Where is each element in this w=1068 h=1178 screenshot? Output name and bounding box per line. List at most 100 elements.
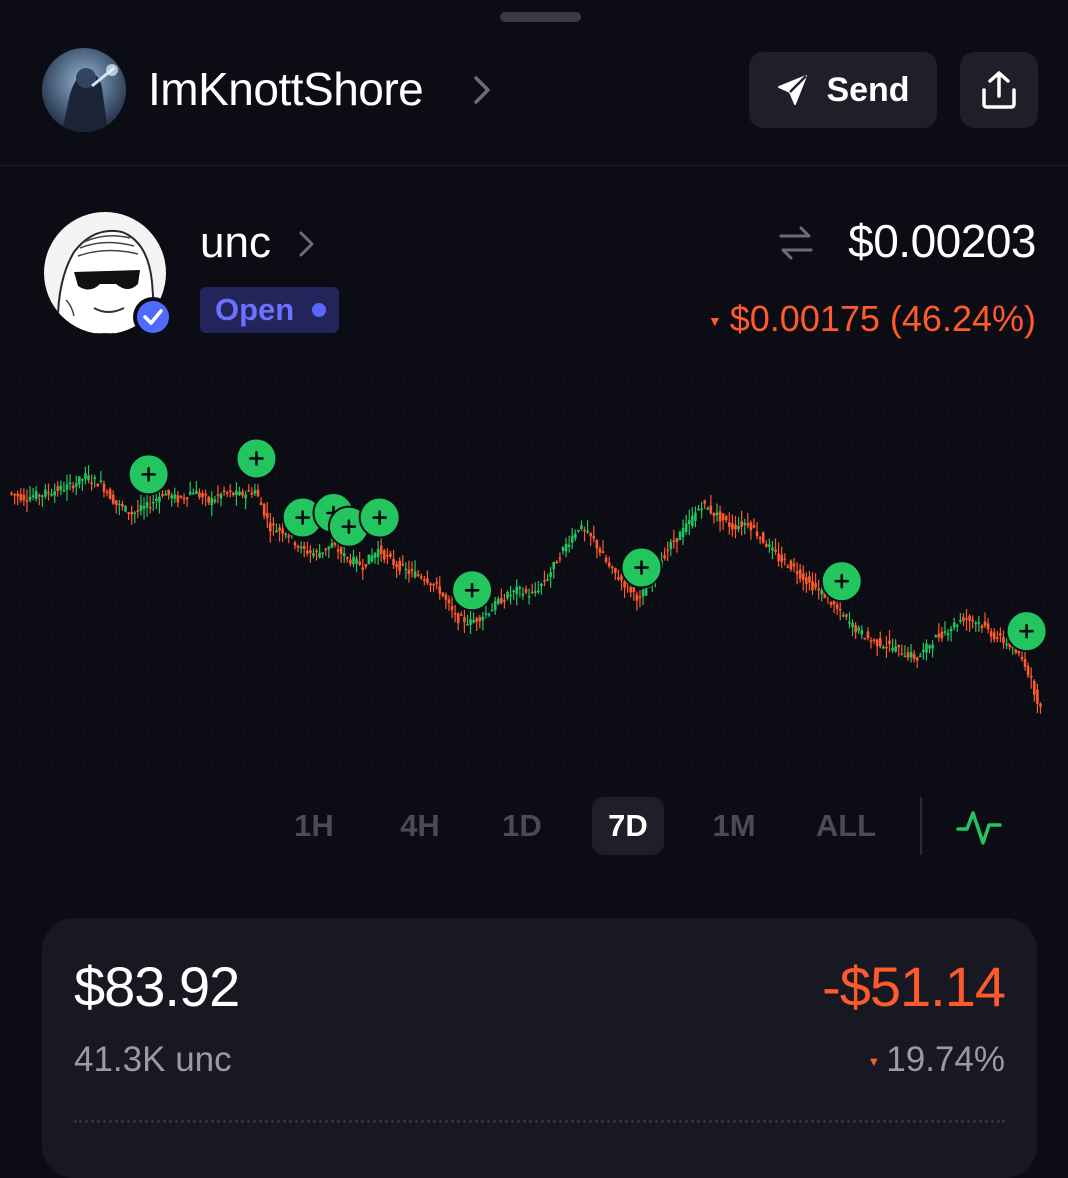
grid-dot [563,443,565,445]
grid-dot [1011,379,1013,381]
grid-dot [755,699,757,701]
candle-down [358,561,361,566]
buy-marker[interactable] [358,496,401,539]
chevron-right-icon[interactable] [470,72,494,108]
grid-dot [979,443,981,445]
grid-dot [1011,539,1013,541]
grid-dot [595,603,597,605]
token-name[interactable]: unc [200,218,271,268]
grid-dot [51,763,53,765]
grid-dot [659,699,661,701]
grid-dot [179,507,181,509]
candle-down [724,516,728,520]
candle-up [188,491,192,495]
candle-up [44,489,47,497]
grid-dot [51,635,53,637]
candle-up [681,527,685,538]
candle-down [161,494,164,496]
candle-down [999,633,1002,636]
grid-dot [1043,475,1045,477]
buy-marker[interactable] [820,560,863,603]
timeframe-1m[interactable]: 1M [698,797,770,855]
grid-dot [179,443,181,445]
chart-type-icon[interactable] [955,805,1003,849]
grid-dot [659,667,661,669]
user-avatar[interactable] [42,48,126,132]
timeframe-1d[interactable]: 1D [490,797,554,855]
username[interactable]: ImKnottShore [148,62,424,116]
grid-dot [307,603,309,605]
grid-dot [403,763,405,765]
grid-dot [531,379,533,381]
grid-dot [147,635,149,637]
candle-up [687,520,691,525]
grid-dot [403,667,405,669]
grid-dot [1011,667,1013,669]
timeframe-1h[interactable]: 1H [282,797,346,855]
candle-down [752,525,756,528]
grid-dot [19,763,21,765]
chevron-right-icon[interactable] [296,228,318,260]
grid-dot [723,475,725,477]
grid-dot [915,699,917,701]
candle-up [925,643,928,653]
buy-marker[interactable] [451,569,494,612]
buy-marker[interactable] [235,437,278,480]
candle-up [118,503,121,506]
candle-up [567,544,571,548]
grid-dot [819,603,821,605]
grid-dot [83,411,85,413]
grid-dot [435,539,437,541]
grid-dot [851,443,853,445]
timeframe-7d[interactable]: 7D [592,797,664,855]
grid-dot [115,635,117,637]
grid-dot [787,667,789,669]
candle-down [167,489,170,496]
grid-dot [243,763,245,765]
candle-down [259,502,263,506]
grid-dot [275,635,277,637]
grid-dot [339,731,341,733]
grid-dot [275,507,277,509]
grid-dot [563,635,565,637]
grid-dot [787,379,789,381]
buy-marker[interactable] [620,546,663,589]
grid-dot [339,379,341,381]
candle-up [68,482,72,485]
grid-dot [371,475,373,477]
grid-dot [435,603,437,605]
grid-dot [723,731,725,733]
grid-dot [51,475,53,477]
send-button[interactable]: Send [749,52,937,128]
candle-down [971,619,974,622]
grid-dot [371,763,373,765]
candle-up [959,619,962,622]
grid-dot [1043,731,1045,733]
grid-dot [627,475,629,477]
grid-dot [883,635,885,637]
buy-marker[interactable] [127,453,170,496]
grid-dot [51,667,53,669]
candle-down [315,550,318,553]
candle-down [801,573,805,581]
price-chart[interactable] [0,360,1068,780]
candle-down [130,511,133,515]
candle-up [848,621,851,624]
candle-down [296,545,300,548]
candle-down [635,594,639,601]
grid-dot [179,635,181,637]
grid-dot [339,763,341,765]
grid-dot [147,731,149,733]
candle-up [164,493,167,496]
timeframe-all[interactable]: ALL [806,797,886,855]
grid-dot [787,571,789,573]
grid-dot [499,763,501,765]
candle-down [121,503,124,507]
timeframe-4h[interactable]: 4H [384,797,456,855]
candle-up [53,491,56,496]
swap-arrows-icon[interactable] [777,224,815,262]
buy-marker[interactable] [1005,610,1048,653]
grid-dot [755,507,757,509]
share-button[interactable] [960,52,1038,128]
grid-dot [1043,379,1045,381]
